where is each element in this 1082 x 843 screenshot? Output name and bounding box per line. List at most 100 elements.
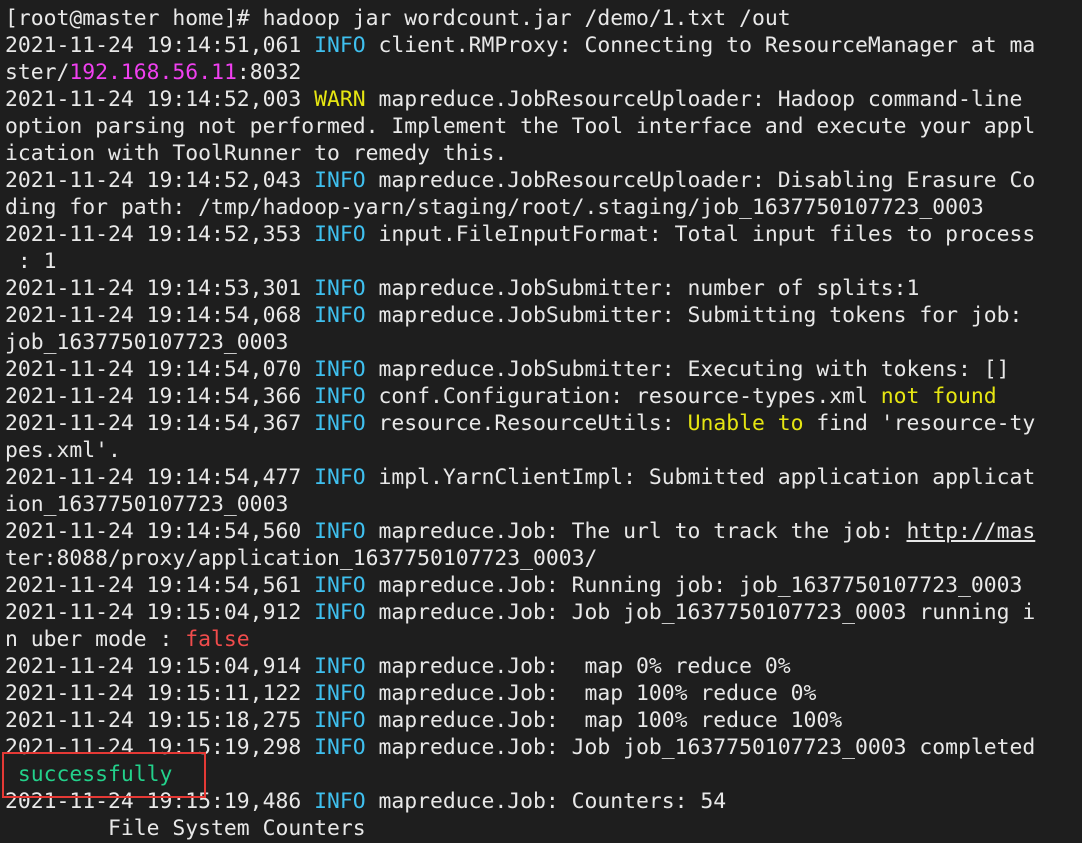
line-text: ication with ToolRunner to remedy this. [5, 141, 508, 166]
log-level-info: INFO [314, 789, 366, 814]
terminal-line: 2021-11-24 19:14:52,003 WARN mapreduce.J… [5, 86, 1035, 113]
line-text: mapreduce.JobResourceUploader: Hadoop co… [365, 87, 1023, 112]
line-text: :8032 [236, 60, 302, 85]
line-text: mapreduce.Job: Running job: job_16377501… [365, 573, 1023, 598]
line-text: 2021-11-24 19:14:54,561 [5, 573, 315, 598]
terminal-line: 2021-11-24 19:14:54,068 INFO mapreduce.J… [5, 302, 1035, 329]
line-text: 2021-11-24 19:14:54,366 [5, 384, 315, 409]
line-text: 2021-11-24 19:14:52,353 [5, 222, 315, 247]
line-text: 2021-11-24 19:15:11,122 [5, 681, 315, 706]
line-text: mapreduce.Job: Counters: 54 [365, 789, 727, 814]
log-level-info: INFO [314, 708, 366, 733]
line-text: mapreduce.Job: Job job_1637750107723_000… [365, 600, 1036, 625]
terminal-line: 2021-11-24 19:14:54,560 INFO mapreduce.J… [5, 518, 1035, 545]
terminal-line: ster/192.168.56.11:8032 [5, 59, 1035, 86]
success-highlight-box [2, 752, 206, 798]
line-text: 2021-11-24 19:14:54,367 [5, 411, 315, 436]
line-text: 2021-11-24 19:14:54,477 [5, 465, 315, 490]
line-text: mapreduce.JobSubmitter: number of splits… [365, 276, 920, 301]
line-text: 2021-11-24 19:14:54,560 [5, 519, 315, 544]
log-level-info: INFO [314, 168, 366, 193]
terminal-line: 2021-11-24 19:14:54,367 INFO resource.Re… [5, 410, 1035, 437]
line-text: mapreduce.JobSubmitter: Executing with t… [365, 357, 1010, 382]
line-text: mapreduce.Job: map 100% reduce 100% [365, 708, 843, 733]
line-text: ter:8088/proxy/application_1637750107723… [5, 546, 598, 571]
log-level-info: INFO [314, 357, 366, 382]
line-text: 2021-11-24 19:14:53,301 [5, 276, 315, 301]
terminal-line: 2021-11-24 19:14:54,477 INFO impl.YarnCl… [5, 464, 1035, 491]
log-level-info: INFO [314, 681, 366, 706]
terminal-line: ication with ToolRunner to remedy this. [5, 140, 1035, 167]
line-text: input.FileInputFormat: Total input files… [365, 222, 1036, 247]
log-level-info: INFO [314, 303, 366, 328]
line-text: ding for path: /tmp/hadoop-yarn/staging/… [5, 195, 984, 220]
line-text: impl.YarnClientImpl: Submitted applicati… [365, 465, 1036, 490]
log-level-info: INFO [314, 654, 366, 679]
log-level-info: INFO [314, 33, 366, 58]
terminal-line: 2021-11-24 19:14:52,353 INFO input.FileI… [5, 221, 1035, 248]
terminal-line: ion_1637750107723_0003 [5, 491, 1035, 518]
terminal-line: pes.xml'. [5, 437, 1035, 464]
ip-address: 192.168.56.11 [69, 60, 237, 85]
terminal-line: [root@master home]# hadoop jar wordcount… [5, 5, 1035, 32]
line-text: find 'resource-ty [803, 411, 1036, 436]
line-text: 2021-11-24 19:14:51,061 [5, 33, 315, 58]
line-text: mapreduce.JobSubmitter: Submitting token… [365, 303, 1023, 328]
line-text: 2021-11-24 19:14:54,070 [5, 357, 315, 382]
tracking-url-link[interactable]: http://mas [906, 519, 1035, 544]
terminal-line: ding for path: /tmp/hadoop-yarn/staging/… [5, 194, 1035, 221]
terminal-line: 2021-11-24 19:14:51,061 INFO client.RMPr… [5, 32, 1035, 59]
log-level-info: INFO [314, 735, 366, 760]
line-text: option parsing not performed. Implement … [5, 114, 1036, 139]
log-level-info: INFO [314, 465, 366, 490]
log-level-info: INFO [314, 600, 366, 625]
terminal-line: 2021-11-24 19:14:53,301 INFO mapreduce.J… [5, 275, 1035, 302]
log-level-info: INFO [314, 573, 366, 598]
terminal-line: 2021-11-24 19:15:04,914 INFO mapreduce.J… [5, 653, 1035, 680]
warning-text: WARN [314, 87, 366, 112]
terminal-line: n uber mode : false [5, 626, 1035, 653]
line-text: 2021-11-24 19:14:52,003 [5, 87, 315, 112]
terminal-line: 2021-11-24 19:15:11,122 INFO mapreduce.J… [5, 680, 1035, 707]
line-text: [root@master home]# hadoop jar wordcount… [5, 6, 791, 31]
line-text: mapreduce.JobResourceUploader: Disabling… [365, 168, 1036, 193]
line-text: File System Counters [5, 816, 366, 841]
line-text: resource.ResourceUtils: [365, 411, 688, 436]
terminal-line: 2021-11-24 19:15:18,275 INFO mapreduce.J… [5, 707, 1035, 734]
line-text: 2021-11-24 19:14:52,043 [5, 168, 315, 193]
log-level-info: INFO [314, 222, 366, 247]
log-level-info: INFO [314, 384, 366, 409]
line-text: mapreduce.Job: The url to track the job: [365, 519, 907, 544]
terminal-line: 2021-11-24 19:14:52,043 INFO mapreduce.J… [5, 167, 1035, 194]
line-text: pes.xml'. [5, 438, 121, 463]
line-text: client.RMProxy: Connecting to ResourceMa… [365, 33, 1036, 58]
line-text: n uber mode : [5, 627, 186, 652]
terminal-line: : 1 [5, 248, 1035, 275]
line-text: mapreduce.Job: map 100% reduce 0% [365, 681, 817, 706]
terminal-line: File System Counters [5, 815, 1035, 842]
line-text: job_1637750107723_0003 [5, 330, 289, 355]
line-text: ion_1637750107723_0003 [5, 492, 289, 517]
terminal-line: option parsing not performed. Implement … [5, 113, 1035, 140]
line-text: 2021-11-24 19:15:04,912 [5, 600, 315, 625]
terminal-line: 2021-11-24 19:14:54,561 INFO mapreduce.J… [5, 572, 1035, 599]
terminal-line: 2021-11-24 19:14:54,070 INFO mapreduce.J… [5, 356, 1035, 383]
line-text: 2021-11-24 19:15:18,275 [5, 708, 315, 733]
terminal-line: job_1637750107723_0003 [5, 329, 1035, 356]
line-text: mapreduce.Job: map 0% reduce 0% [365, 654, 791, 679]
line-text: 2021-11-24 19:15:04,914 [5, 654, 315, 679]
line-text: conf.Configuration: resource-types.xml [365, 384, 881, 409]
log-level-info: INFO [314, 276, 366, 301]
line-text: mapreduce.Job: Job job_1637750107723_000… [365, 735, 1036, 760]
line-text: 2021-11-24 19:14:54,068 [5, 303, 315, 328]
warning-text: not found [880, 384, 997, 409]
terminal-line: 2021-11-24 19:14:54,366 INFO conf.Config… [5, 383, 1035, 410]
terminal-line: ter:8088/proxy/application_1637750107723… [5, 545, 1035, 572]
terminal-output[interactable]: [root@master home]# hadoop jar wordcount… [5, 5, 1035, 842]
warning-text: Unable to [687, 411, 804, 436]
line-text: : 1 [5, 249, 57, 274]
log-level-info: INFO [314, 519, 366, 544]
false-value: false [185, 627, 250, 652]
line-text: ster/ [5, 60, 70, 85]
terminal-line: 2021-11-24 19:15:04,912 INFO mapreduce.J… [5, 599, 1035, 626]
